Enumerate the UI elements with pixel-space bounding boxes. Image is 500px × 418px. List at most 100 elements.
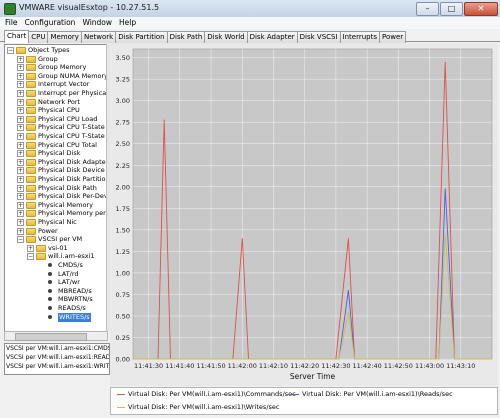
expand-icon[interactable]: + bbox=[17, 81, 24, 89]
expand-icon[interactable]: + bbox=[17, 107, 24, 115]
expand-icon[interactable]: + bbox=[17, 227, 24, 235]
menu-file[interactable]: File bbox=[5, 17, 18, 29]
x-tick-label: 11:41:30 bbox=[134, 362, 163, 370]
scrollbar-thumb[interactable] bbox=[15, 333, 87, 341]
folder-icon bbox=[26, 64, 36, 72]
x-tick-label: 11:41:50 bbox=[196, 362, 225, 370]
expand-icon[interactable]: + bbox=[17, 115, 24, 123]
x-tick-label: 11:42:00 bbox=[228, 362, 257, 370]
expand-icon[interactable]: + bbox=[17, 64, 24, 72]
legend-swatch bbox=[291, 393, 299, 395]
selected-series-list[interactable]: VSCSI per VM:will.i.am-esxi1:CMDS/s VSCS… bbox=[4, 343, 110, 375]
expand-icon[interactable]: + bbox=[17, 176, 24, 183]
expand-icon[interactable]: + bbox=[17, 219, 24, 226]
title-bar: VMWARE visualEsxtop - 10.27.51.5 – □ ✕ bbox=[0, 0, 500, 18]
chart-panel: 0.00 0.25 0.50 0.75 1.00 1.25 1.50 1.75 2.00 2.25… bbox=[110, 43, 498, 386]
folder-icon bbox=[36, 253, 46, 261]
close-button[interactable]: ✕ bbox=[464, 2, 498, 16]
expand-icon[interactable]: + bbox=[17, 55, 24, 63]
y-tick-label: 2.75 bbox=[116, 119, 130, 127]
tab-chart[interactable]: Chart bbox=[4, 30, 30, 43]
x-tick-label: 11:42:40 bbox=[353, 362, 382, 370]
expand-icon[interactable]: + bbox=[17, 210, 24, 218]
menu-configuration[interactable]: Configuration bbox=[25, 17, 76, 29]
y-tick-label: 2.00 bbox=[116, 183, 130, 191]
tab-disk-world[interactable]: Disk World bbox=[204, 31, 248, 43]
x-tick-label: 11:42:20 bbox=[290, 362, 319, 370]
y-tick-label: 3.25 bbox=[116, 76, 130, 84]
folder-icon bbox=[26, 81, 36, 89]
expand-icon[interactable]: + bbox=[17, 72, 24, 80]
expand-icon[interactable]: + bbox=[17, 133, 24, 140]
menu-help[interactable]: Help bbox=[119, 17, 136, 29]
leaf-node-icon bbox=[48, 288, 52, 293]
folder-icon bbox=[26, 176, 36, 183]
tab-disk-partition[interactable]: Disk Partition bbox=[115, 31, 168, 43]
leaf-node-icon bbox=[48, 297, 52, 302]
folder-icon bbox=[26, 167, 36, 175]
tab-cpu[interactable]: CPU bbox=[28, 31, 49, 43]
expand-icon[interactable]: + bbox=[17, 150, 24, 158]
folder-icon bbox=[26, 107, 36, 115]
menu-bar: File Configuration Window Help bbox=[0, 17, 500, 29]
tab-bar: Chart CPU Memory Network Disk Partition … bbox=[0, 30, 500, 43]
collapse-icon[interactable]: − bbox=[7, 47, 14, 54]
minimize-button[interactable]: – bbox=[416, 2, 439, 16]
folder-icon bbox=[36, 244, 46, 252]
folder-icon bbox=[26, 219, 36, 226]
expand-icon[interactable]: + bbox=[17, 184, 24, 192]
y-tick-label: 1.75 bbox=[116, 205, 130, 213]
tree-horizontal-scrollbar[interactable] bbox=[4, 331, 108, 341]
y-tick-label: 3.50 bbox=[116, 54, 130, 62]
expand-icon[interactable]: + bbox=[17, 141, 24, 149]
tree-counter[interactable]: WRITES/s bbox=[5, 312, 107, 322]
folder-icon bbox=[26, 133, 36, 140]
menu-window[interactable]: Window bbox=[82, 17, 112, 29]
line-chart: 0.00 0.25 0.50 0.75 1.00 1.25 1.50 1.75 2.00 2.25… bbox=[116, 48, 493, 381]
expand-icon[interactable]: + bbox=[17, 124, 24, 132]
leaf-node-icon bbox=[48, 263, 52, 267]
y-tick-label: 3.00 bbox=[116, 97, 130, 105]
collapse-icon[interactable]: − bbox=[27, 253, 34, 261]
selected-series-item[interactable]: VSCSI per VM:will.i.am-esxi1:WRITES/s bbox=[5, 362, 109, 371]
window-title: VMWARE visualEsxtop - 10.27.51.5 bbox=[19, 3, 160, 12]
expand-icon[interactable]: + bbox=[17, 98, 24, 106]
y-tick-label: 0.50 bbox=[116, 312, 130, 320]
folder-icon bbox=[26, 90, 36, 97]
tab-disk-vscsi[interactable]: Disk VSCSI bbox=[296, 31, 341, 43]
app-icon bbox=[4, 3, 16, 15]
y-tick-label: 2.25 bbox=[116, 162, 130, 170]
folder-icon bbox=[26, 227, 36, 235]
folder-icon bbox=[26, 184, 36, 192]
folder-icon bbox=[26, 124, 36, 132]
legend-item-writes: Virtual Disk: Per VM(will.i.am-esxi1)\Wr… bbox=[117, 403, 279, 412]
tab-disk-path[interactable]: Disk Path bbox=[166, 31, 206, 43]
expand-icon[interactable]: + bbox=[17, 193, 24, 201]
tree-item-label: WRITES/s bbox=[58, 312, 91, 322]
object-tree[interactable]: − Object Types + Group + Group Memory + Group N… bbox=[4, 44, 108, 332]
collapse-icon[interactable]: − bbox=[17, 236, 24, 244]
y-tick-label: 0.00 bbox=[116, 356, 130, 364]
selected-series-item[interactable]: VSCSI per VM:will.i.am-esxi1:CMDS/s bbox=[5, 344, 109, 353]
selected-series-item[interactable]: VSCSI per VM:will.i.am-esxi1:READS/s bbox=[5, 353, 109, 362]
expand-icon[interactable]: + bbox=[17, 201, 24, 209]
tab-disk-adapter[interactable]: Disk Adapter bbox=[246, 31, 298, 43]
folder-icon bbox=[26, 201, 36, 209]
tab-memory[interactable]: Memory bbox=[47, 31, 82, 43]
folder-icon bbox=[26, 158, 36, 166]
tab-power[interactable]: Power bbox=[379, 31, 407, 43]
plot-background bbox=[132, 48, 493, 360]
expand-icon[interactable]: + bbox=[17, 167, 24, 175]
folder-icon bbox=[26, 193, 36, 201]
folder-icon bbox=[26, 115, 36, 123]
expand-icon[interactable]: + bbox=[27, 244, 34, 252]
legend-label: Virtual Disk: Per VM(will.i.am-esxi1)\Wr… bbox=[128, 403, 280, 411]
expand-icon[interactable]: + bbox=[17, 158, 24, 166]
tab-interrupts[interactable]: Interrupts bbox=[339, 31, 380, 43]
y-tick-label: 1.00 bbox=[116, 269, 130, 277]
y-tick-label: 0.25 bbox=[116, 334, 130, 342]
maximize-button[interactable]: □ bbox=[440, 2, 463, 16]
expand-icon[interactable]: + bbox=[17, 90, 24, 97]
folder-icon bbox=[26, 236, 36, 244]
tab-network[interactable]: Network bbox=[80, 31, 117, 43]
